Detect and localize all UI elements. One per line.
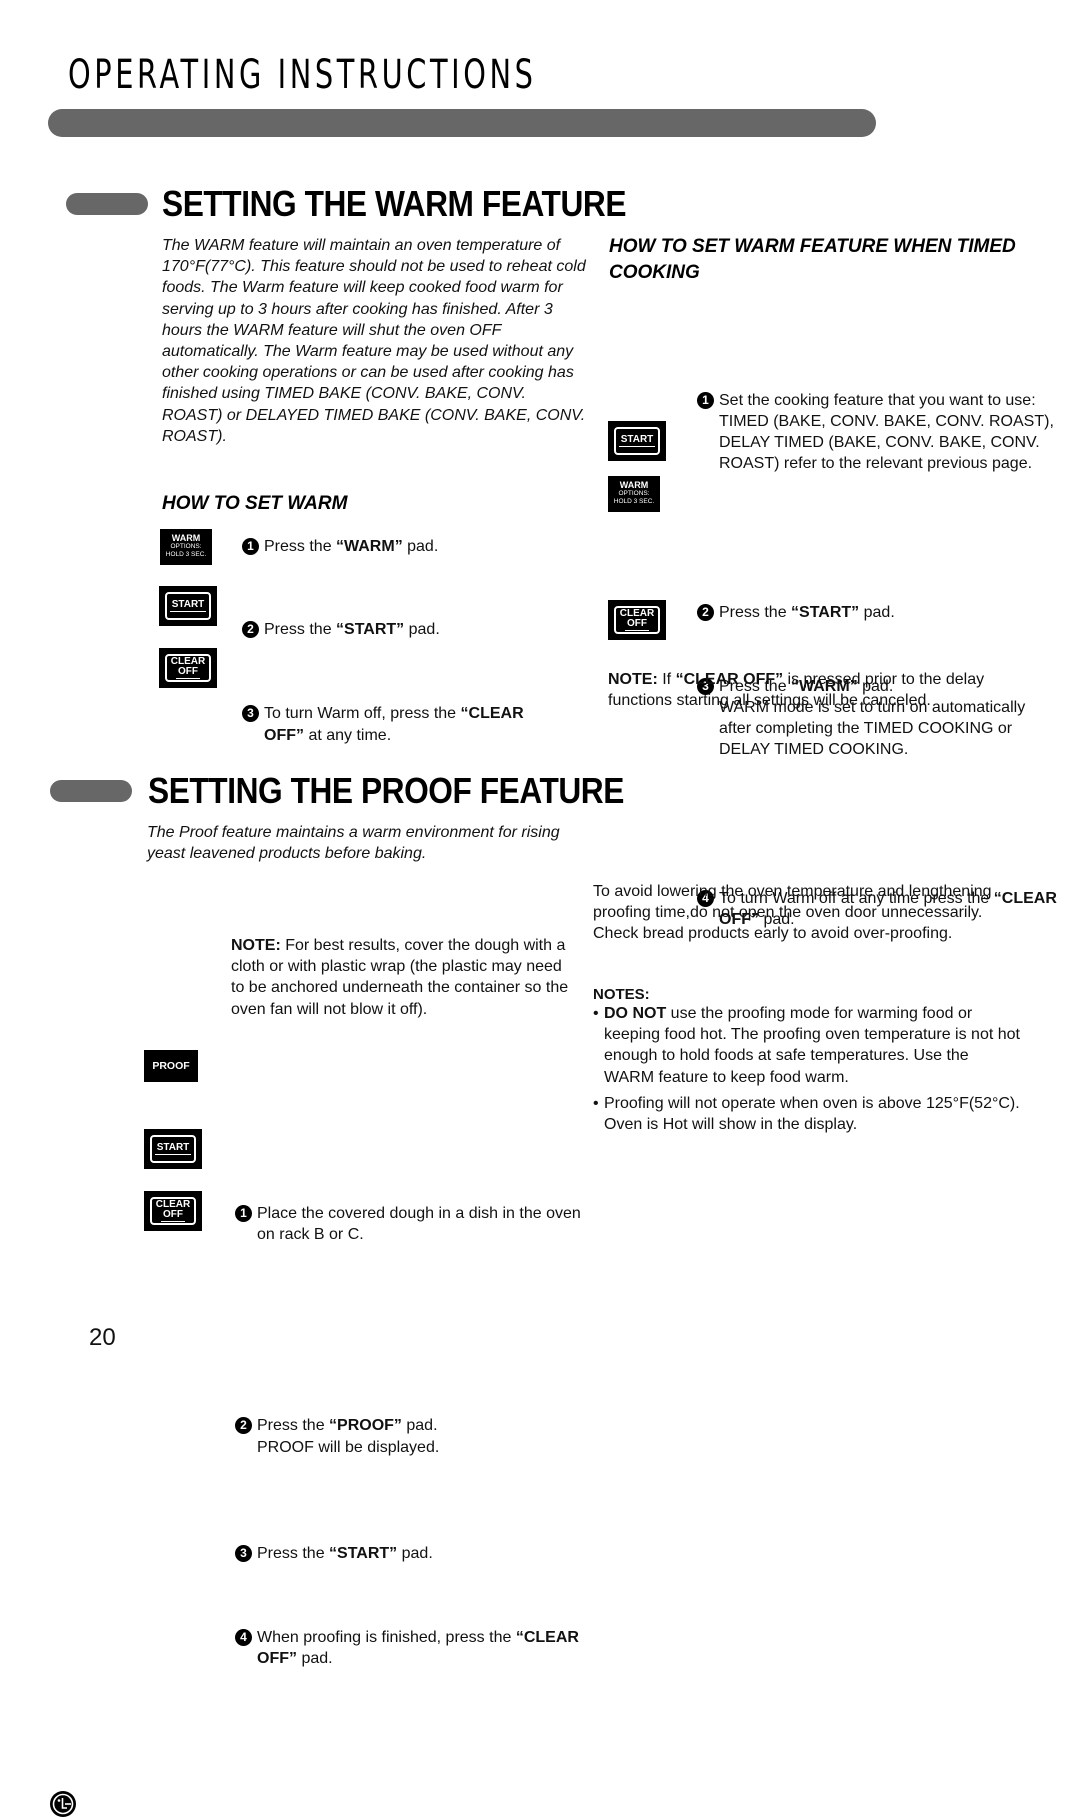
proof-section-title: SETTING THE PROOF FEATURE [148,770,624,811]
step-number-badge: 1 [697,391,714,409]
step-number-badge: 2 [235,1417,252,1435]
note-label: NOTE: [608,671,658,688]
note-item: • Proofing will not operate when oven is … [593,1093,1023,1135]
step-detail: PROOF will be displayed. [257,1438,440,1456]
timed-warm-heading: HOW TO SET WARM FEATURE WHEN TIMED COOKI… [609,236,1016,283]
step-text: pad. [397,1544,433,1562]
proof-pad-icon: PROOF [144,1050,198,1082]
step-number-badge: 3 [242,705,259,723]
proof-step-2: 2 Press the “PROOF” pad. PROOF will be dis… [235,1415,587,1457]
note-label: NOTE: [231,937,281,954]
step-text: Place the covered dough in a dish in the… [257,1205,581,1244]
warm-pad-label: WARM [171,533,201,543]
start-pad-icon: START [159,586,217,626]
warm-pad-icon: WARM OPTIONS: HOLD 3 SEC. [160,529,212,565]
step-text: When proofing is finished, press the [257,1629,516,1647]
clear-off-pad-icon: CLEAR OFF [608,600,666,640]
warm-step-1: 1 Press the “WARM” pad. [242,536,1080,557]
note-text: use the proofing mode for warming food o… [604,1005,1020,1086]
proof-step-4: 4 When proofing is finished, press the “C… [235,1627,587,1669]
step-text: Press the [264,621,337,639]
step-text: pad. [859,603,895,621]
proof-note: NOTE: For best results, cover the dough … [231,935,571,1020]
start-pad-label: START [169,599,207,612]
timed-note: NOTE: If “CLEAR OFF” is pressed prior to… [608,669,1038,711]
off-pad-label: OFF [176,666,200,679]
page-title: OPERATING INSTRUCTIONS [68,52,537,98]
note-text: If [657,671,676,688]
warm-pad-sub2: HOLD 3 SEC. [165,551,207,558]
step-text: Press the [257,1544,330,1562]
warm-pad-sub2: HOLD 3 SEC. [613,498,655,505]
proof-notes-list: • DO NOT use the proofing mode for warmin… [593,1003,1023,1135]
step-text: pad. [404,621,440,639]
warm-pad-sub1: OPTIONS: [170,543,202,550]
warm-section-title: SETTING THE WARM FEATURE [162,183,627,224]
lg-logo-icon [50,1791,76,1817]
page-number: 20 [89,1324,116,1351]
clear-off-pad-icon: CLEAR OFF [159,648,217,688]
step-text: pad. [401,1417,438,1435]
step-number-badge: 4 [235,1629,252,1647]
note-text: Proofing will not operate when oven is a… [604,1094,1020,1134]
start-pad-icon: START [144,1129,202,1169]
step-text: To turn Warm off, press the [264,705,461,723]
step-number-badge: 1 [235,1205,252,1223]
proof-side-text: To avoid lowering the oven temperature a… [593,883,992,943]
step-number-badge: 2 [242,621,259,639]
note-bold: DO NOT [604,1005,667,1022]
step-number-badge: 3 [235,1544,252,1562]
section-marker [66,193,148,215]
bullet-icon: • [593,1005,599,1022]
section-marker [50,780,132,802]
step-bold: “START” [329,1544,398,1562]
proof-intro: The Proof feature maintains a warm envir… [147,824,560,863]
step-text: at any time. [304,726,392,744]
step-number-badge: 2 [697,603,714,621]
step-text: Set the cooking feature that you want to… [719,391,1054,473]
step-bold: “START” [336,621,405,639]
bullet-icon: • [593,1094,599,1112]
warm-pad-sub1: OPTIONS: [618,490,650,497]
warm-pad-icon: WARM OPTIONS: HOLD 3 SEC. [608,476,660,512]
step-text: Press the [257,1417,330,1435]
start-pad-icon: START [608,421,666,461]
step-text: pad. [402,538,439,555]
start-pad-label: START [154,1142,192,1155]
step-text: Press the [264,538,337,555]
step-bold: “START” [791,603,860,621]
start-pad-label: START [618,434,656,447]
step-bold: “WARM” [336,538,403,555]
step-number-badge: 1 [242,538,259,555]
off-pad-label: OFF [625,618,649,631]
warm-pad-label: WARM [619,480,649,490]
note-text: For best results, cover the dough with a… [231,937,569,1018]
warm-step-3: 3 To turn Warm off, press the “CLEAR OFF”… [242,703,524,745]
note-item: • DO NOT use the proofing mode for warmin… [593,1003,1023,1088]
step-bold: “PROOF” [329,1417,402,1435]
how-to-set-warm-heading: HOW TO SET WARM [162,493,348,514]
clear-off-pad-icon: CLEAR OFF [144,1191,202,1231]
note-bold: “CLEAR OFF” [675,671,784,688]
step-text: pad. [297,1650,333,1668]
timed-step-1: 1 Set the cooking feature that you want t… [697,390,1059,475]
proof-step-3: 3 Press the “START” pad. [235,1543,1080,1564]
warm-intro: The WARM feature will maintain an oven t… [162,237,586,445]
header-bar [48,109,876,137]
timed-step-2: 2 Press the “START” pad. [697,602,1080,623]
off-pad-label: OFF [161,1209,185,1222]
proof-step-1: 1 Place the covered dough in a dish in th… [235,1203,587,1245]
step-text: Press the [719,603,792,621]
